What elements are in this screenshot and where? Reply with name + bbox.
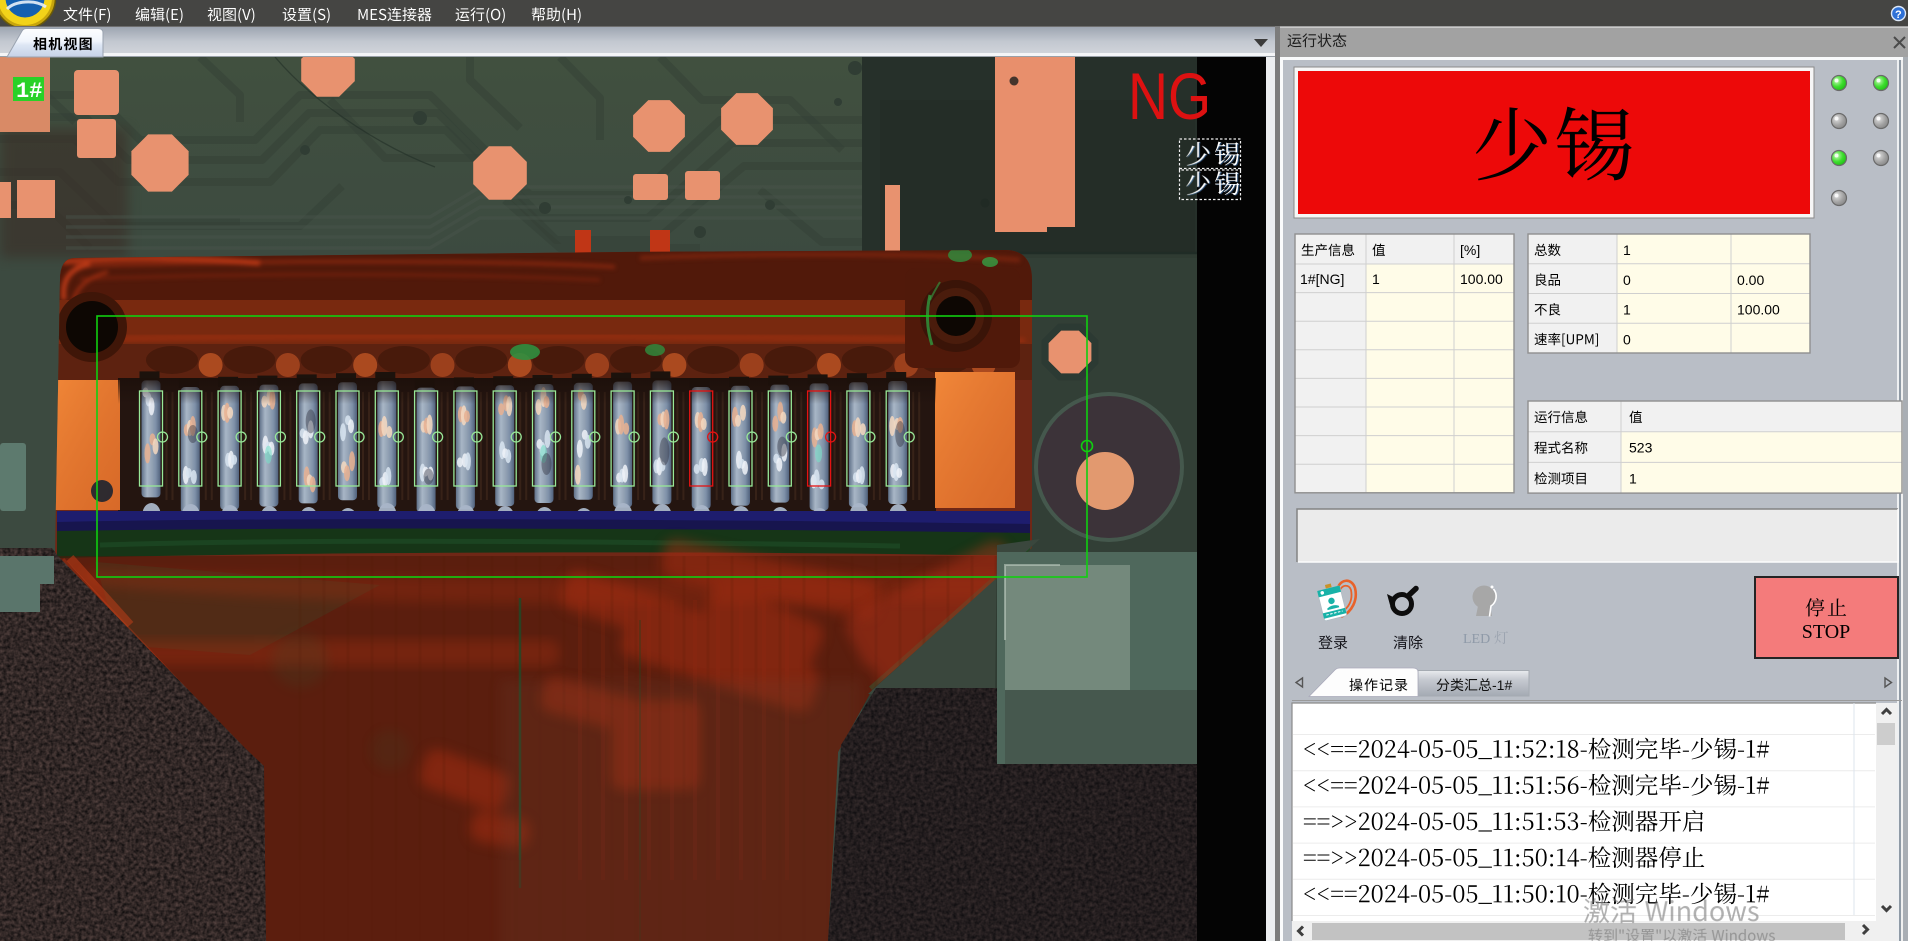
- svg-text:1#[NG]: 1#[NG]: [1300, 271, 1344, 287]
- svg-text:-1#: -1#: [1492, 677, 1512, 693]
- svg-text:1: 1: [1629, 470, 1637, 486]
- svg-text:STOP: STOP: [1802, 621, 1851, 643]
- svg-text:LED: LED: [1463, 632, 1490, 647]
- svg-text:?: ?: [1895, 9, 1902, 21]
- svg-text:NG: NG: [1128, 59, 1211, 133]
- svg-text:0.00: 0.00: [1737, 272, 1764, 288]
- svg-text:0: 0: [1623, 331, 1631, 347]
- svg-text:1: 1: [1623, 302, 1631, 318]
- svg-text:1: 1: [1372, 271, 1380, 287]
- svg-text:100.00: 100.00: [1737, 302, 1780, 318]
- svg-text:523: 523: [1629, 440, 1653, 456]
- svg-text:1#: 1#: [16, 79, 42, 104]
- svg-text:100.00: 100.00: [1460, 271, 1503, 287]
- svg-text:[%]: [%]: [1460, 242, 1480, 258]
- svg-text:0: 0: [1623, 272, 1631, 288]
- svg-text:1: 1: [1623, 242, 1631, 258]
